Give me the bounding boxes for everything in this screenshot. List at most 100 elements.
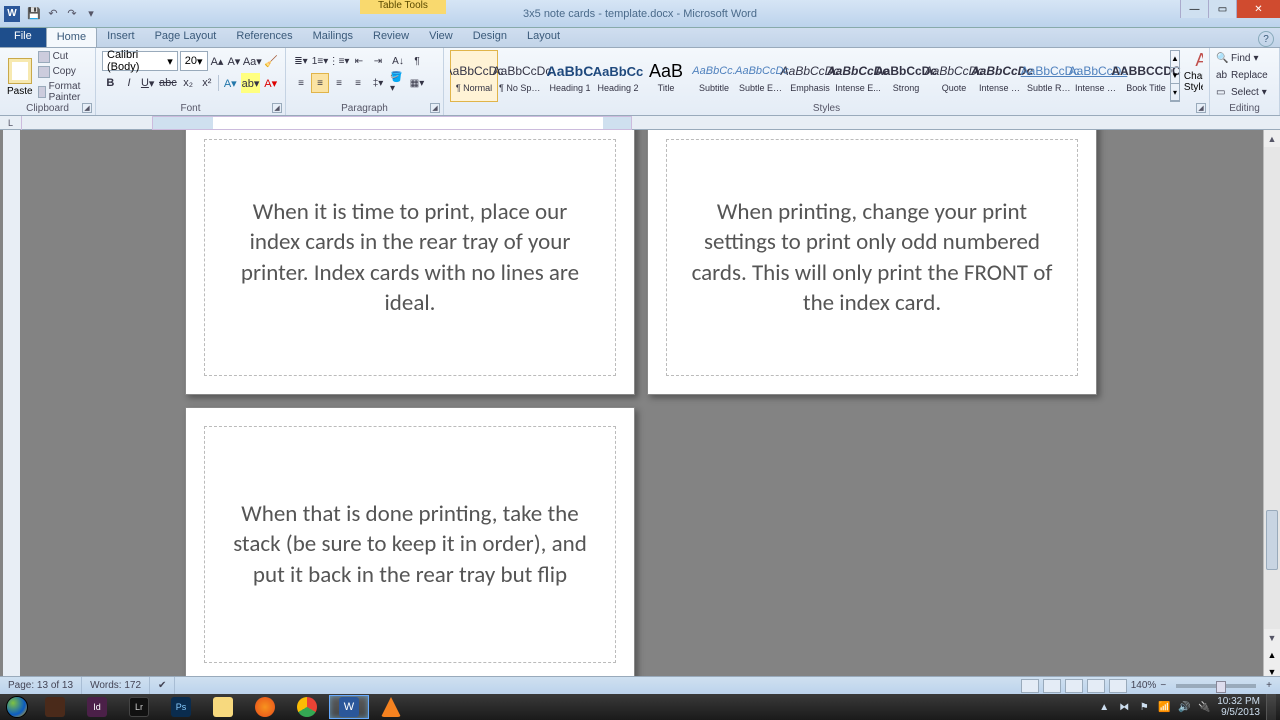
- gallery-more-icon[interactable]: ▾: [1171, 84, 1179, 101]
- bold-button[interactable]: B: [102, 73, 119, 93]
- style--no-spaci-[interactable]: AaBbCcDc¶ No Spaci...: [498, 50, 546, 102]
- paragraph-dialog-launcher[interactable]: ◢: [430, 103, 440, 113]
- scroll-down-button[interactable]: ▼: [1264, 629, 1280, 646]
- taskbar-lightroom[interactable]: Lr: [119, 695, 159, 719]
- tab-view[interactable]: View: [419, 27, 463, 47]
- undo-icon[interactable]: ↶: [45, 6, 61, 22]
- tab-design[interactable]: Design: [463, 27, 517, 47]
- font-name-combo[interactable]: Calibri (Body)▾: [102, 51, 178, 71]
- minimize-button[interactable]: —: [1180, 0, 1208, 18]
- change-case-button[interactable]: Aa▾: [243, 51, 261, 71]
- tab-review[interactable]: Review: [363, 27, 419, 47]
- subscript-button[interactable]: x₂: [180, 73, 197, 93]
- start-button[interactable]: [0, 694, 34, 720]
- style--normal[interactable]: AaBbCcDc¶ Normal: [450, 50, 498, 102]
- taskbar-vlc[interactable]: [371, 695, 411, 719]
- vertical-ruler[interactable]: [3, 130, 20, 680]
- style-subtle-ref-[interactable]: AaBbCcDcSubtle Ref...: [1026, 50, 1074, 102]
- taskbar-chrome[interactable]: [287, 695, 327, 719]
- draft-view-button[interactable]: [1109, 679, 1127, 693]
- zoom-slider[interactable]: [1176, 684, 1256, 688]
- strike-button[interactable]: abc: [158, 73, 178, 93]
- font-size-combo[interactable]: 20▾: [180, 51, 208, 71]
- word-count[interactable]: Words: 172: [82, 677, 150, 694]
- proofing-status[interactable]: ✔: [150, 677, 175, 694]
- vertical-scrollbar[interactable]: ▲ ▼ ▲ ▼: [1263, 130, 1280, 680]
- style-gallery-scroll[interactable]: ▲▼▾: [1170, 50, 1180, 102]
- italic-button[interactable]: I: [121, 73, 138, 93]
- help-icon[interactable]: ?: [1258, 31, 1274, 47]
- highlight-button[interactable]: ab▾: [241, 73, 261, 93]
- align-center-button[interactable]: ≡: [311, 73, 329, 93]
- zoom-in-button[interactable]: +: [1266, 680, 1272, 691]
- underline-button[interactable]: U▾: [139, 73, 156, 93]
- style-subtle-em-[interactable]: AaBbCcDcSubtle Em...: [738, 50, 786, 102]
- style-title[interactable]: AaBTitle: [642, 50, 690, 102]
- tab-insert[interactable]: Insert: [97, 27, 145, 47]
- style-heading-1[interactable]: AaBbCHeading 1: [546, 50, 594, 102]
- taskbar-photoshop[interactable]: Ps: [161, 695, 201, 719]
- taskbar-indesign[interactable]: Id: [77, 695, 117, 719]
- grow-font-button[interactable]: A▴: [210, 51, 225, 71]
- select-button[interactable]: ▭Select▾: [1216, 84, 1273, 101]
- taskbar-word[interactable]: W: [329, 695, 369, 719]
- borders-button[interactable]: ▦▾: [408, 73, 426, 93]
- web-layout-view-button[interactable]: [1065, 679, 1083, 693]
- save-icon[interactable]: 💾: [26, 6, 42, 22]
- replace-button[interactable]: abReplace: [1216, 67, 1273, 84]
- taskbar-explorer[interactable]: [203, 695, 243, 719]
- tab-page-layout[interactable]: Page Layout: [145, 27, 227, 47]
- style-subtitle[interactable]: AaBbCc.Subtitle: [690, 50, 738, 102]
- style-intense-q-[interactable]: AaBbCcDcIntense Q...: [978, 50, 1026, 102]
- gallery-down-icon[interactable]: ▼: [1171, 68, 1179, 85]
- tray-network-icon[interactable]: 📶: [1157, 700, 1171, 714]
- increase-indent-button[interactable]: ⇥: [369, 51, 387, 71]
- tab-home[interactable]: Home: [46, 27, 97, 47]
- paste-button[interactable]: Paste: [6, 50, 34, 104]
- zoom-out-button[interactable]: −: [1160, 680, 1166, 691]
- tray-bluetooth-icon[interactable]: ⧓: [1117, 700, 1131, 714]
- tab-references[interactable]: References: [226, 27, 302, 47]
- page-status[interactable]: Page: 13 of 13: [0, 677, 82, 694]
- taskbar-firefox[interactable]: [245, 695, 285, 719]
- tab-mailings[interactable]: Mailings: [303, 27, 363, 47]
- file-tab[interactable]: File: [0, 27, 46, 47]
- justify-button[interactable]: ≡: [349, 73, 367, 93]
- multilevel-button[interactable]: ⋮≡▾: [330, 51, 348, 71]
- line-spacing-button[interactable]: ‡▾: [369, 73, 387, 93]
- tab-layout[interactable]: Layout: [517, 27, 570, 47]
- change-styles-button[interactable]: AChangeStyles ▾: [1184, 50, 1203, 93]
- cut-button[interactable]: Cut: [38, 51, 89, 63]
- index-card-1[interactable]: When it is time to print, place our inde…: [185, 130, 635, 395]
- shading-button[interactable]: 🪣▾: [389, 73, 407, 93]
- tray-show-hidden-icon[interactable]: ▲: [1097, 700, 1111, 714]
- numbering-button[interactable]: 1≡▾: [311, 51, 329, 71]
- clipboard-dialog-launcher[interactable]: ◢: [82, 103, 92, 113]
- horizontal-ruler[interactable]: [152, 116, 632, 130]
- taskbar-bridge[interactable]: [35, 695, 75, 719]
- index-card-3[interactable]: When that is done printing, take the sta…: [185, 407, 635, 680]
- tray-volume-icon[interactable]: 🔊: [1177, 700, 1191, 714]
- shrink-font-button[interactable]: A▾: [226, 51, 241, 71]
- copy-button[interactable]: Copy: [38, 66, 89, 78]
- align-right-button[interactable]: ≡: [330, 73, 348, 93]
- decrease-indent-button[interactable]: ⇤: [350, 51, 368, 71]
- text-effects-button[interactable]: A▾: [222, 73, 239, 93]
- print-layout-view-button[interactable]: [1021, 679, 1039, 693]
- find-button[interactable]: 🔍Find▾: [1216, 50, 1273, 67]
- style-strong[interactable]: AaBbCcDcStrong: [882, 50, 930, 102]
- close-button[interactable]: ✕: [1236, 0, 1280, 18]
- style-book-title[interactable]: AABBCCDCBook Title: [1122, 50, 1170, 102]
- tray-action-center-icon[interactable]: ⚑: [1137, 700, 1151, 714]
- zoom-level[interactable]: 140%: [1131, 680, 1157, 691]
- show-marks-button[interactable]: ¶: [408, 51, 426, 71]
- styles-dialog-launcher[interactable]: ◢: [1196, 103, 1206, 113]
- scroll-thumb[interactable]: [1266, 510, 1278, 570]
- full-screen-view-button[interactable]: [1043, 679, 1061, 693]
- superscript-button[interactable]: x²: [198, 73, 215, 93]
- tab-selector[interactable]: L: [0, 116, 22, 130]
- page-up-button[interactable]: ▲: [1264, 646, 1280, 663]
- redo-icon[interactable]: ↷: [64, 6, 80, 22]
- tray-clock[interactable]: 10:32 PM 9/5/2013: [1217, 696, 1260, 718]
- style-heading-2[interactable]: AaBbCcHeading 2: [594, 50, 642, 102]
